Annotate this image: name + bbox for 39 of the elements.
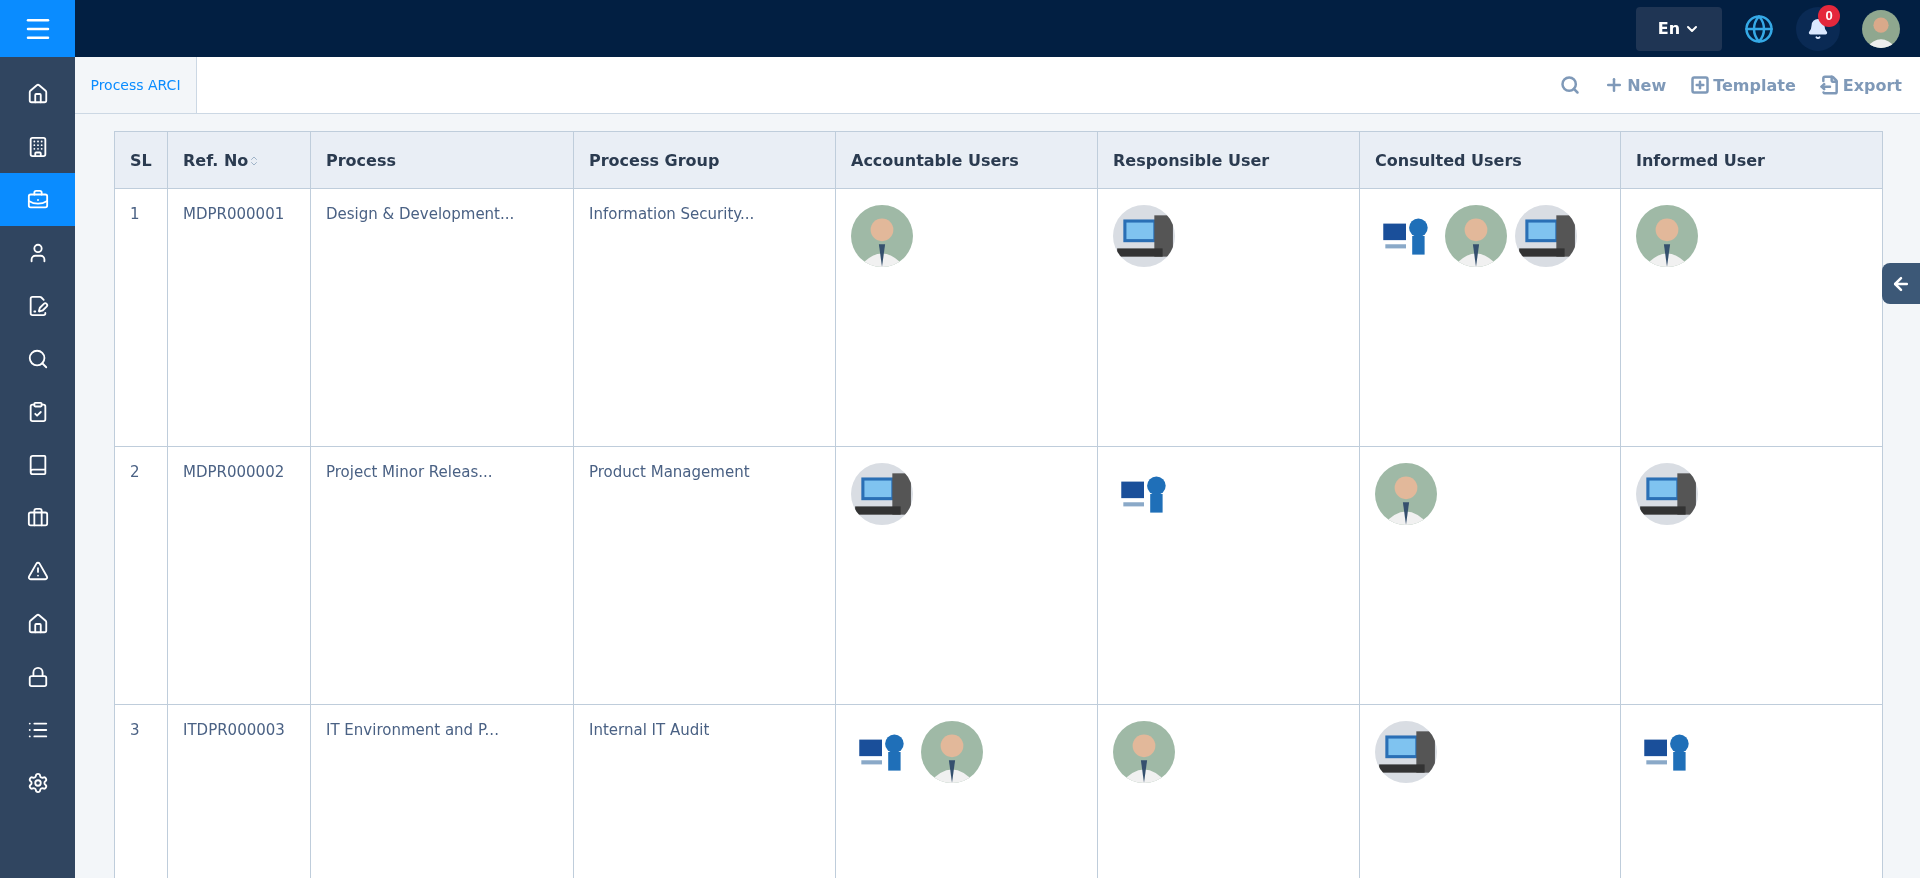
column-header: SL [114,131,168,189]
table-cell: MDPR000001 [167,188,311,447]
plus-square-icon [1690,75,1711,95]
table-cell: Information Security... [573,188,836,447]
tab[interactable]: Process ARCI [75,57,197,113]
table-cell: MDPR000002 [167,446,311,705]
search-icon[interactable] [1560,75,1581,95]
template-button[interactable]: Template [1690,75,1796,95]
table-cell: 2 [114,446,168,705]
notification-button[interactable]: 0 [1796,6,1840,51]
table-cell: 3 [114,704,168,878]
language-button[interactable]: En [1636,6,1722,51]
column-header: Responsible User [1097,131,1360,189]
briefcase-icon [26,506,49,529]
collapse-button[interactable] [1882,263,1920,304]
notification-badge: 0 [1818,4,1840,27]
table-cell: 1 [114,188,168,447]
table-cell: Design & Development... [310,188,574,447]
column-header[interactable]: Ref. No [167,131,311,189]
column-header: Process Group [573,131,836,189]
column-header: Accountable Users [835,131,1098,189]
briefcase-icon [26,188,49,211]
home-icon [26,82,49,105]
lock-icon [26,665,49,688]
search-icon [26,347,49,370]
menu-button[interactable] [0,0,75,57]
export-button[interactable]: Export [1819,75,1902,95]
file-export-icon [1819,75,1840,95]
home-icon [26,612,49,635]
table-cell: Project Minor Releas... [310,446,574,705]
avatar[interactable] [1862,9,1900,48]
column-header: Consulted Users [1359,131,1621,189]
table-cell: Product Management [573,446,836,705]
settings-icon [26,771,49,794]
column-header: Informed User [1620,131,1883,189]
column-header: Process [310,131,574,189]
new-button[interactable]: New [1604,75,1667,95]
warning-icon [26,559,49,582]
globe-icon[interactable] [1744,13,1774,44]
